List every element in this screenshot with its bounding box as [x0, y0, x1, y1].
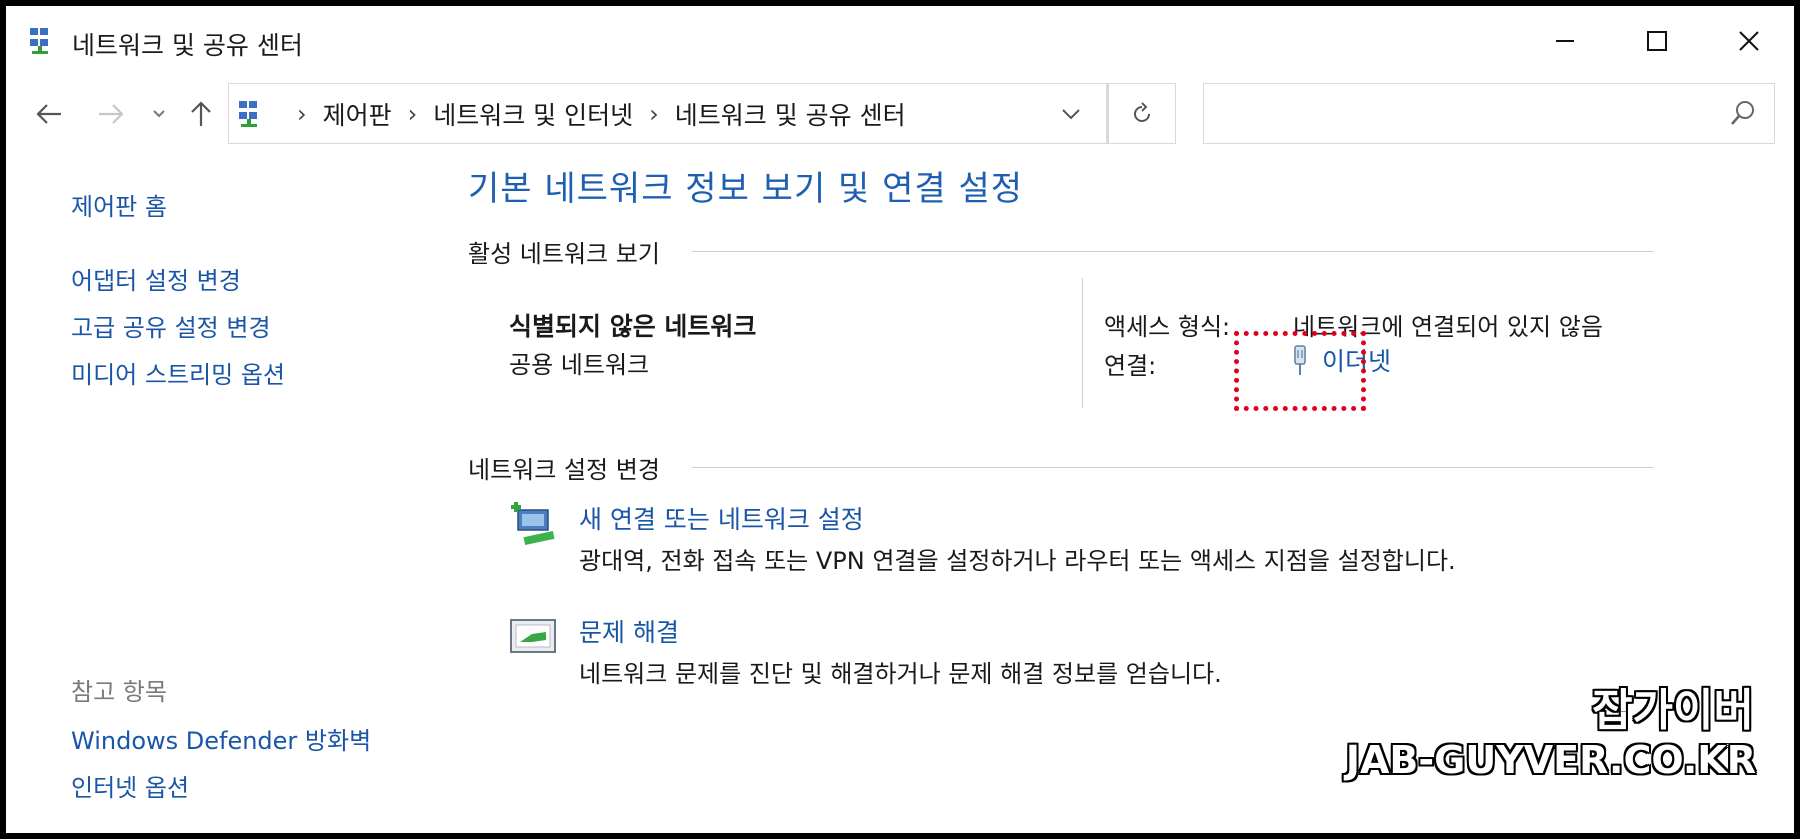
breadcrumb-separator-icon: ›: [649, 99, 659, 128]
minimize-button[interactable]: [1534, 18, 1596, 64]
watermark-title: 잡가이버: [1592, 685, 1754, 736]
sidebar-item-media-streaming[interactable]: 미디어 스트리밍 옵션: [71, 355, 285, 390]
see-also-heading: 참고 항목: [71, 678, 167, 706]
section-divider: [692, 467, 1654, 468]
breadcrumb-item[interactable]: 제어판: [323, 96, 392, 132]
network-name: 식별되지 않은 네트워크: [509, 312, 757, 341]
sidebar-item-advanced-sharing[interactable]: 고급 공유 설정 변경: [71, 308, 271, 343]
change-settings-heading: 네트워크 설정 변경: [468, 456, 660, 484]
address-bar[interactable]: › 제어판 › 네트워크 및 인터넷 › 네트워크 및 공유 센터: [228, 83, 1108, 144]
maximize-button[interactable]: [1626, 18, 1688, 64]
network-icon: [239, 100, 257, 127]
network-icon: [30, 28, 48, 54]
active-networks-heading: 활성 네트워크 보기: [468, 240, 660, 268]
highlight-annotation: [1234, 331, 1366, 411]
connection-label: 연결:: [1104, 352, 1157, 380]
page-title: 기본 네트워크 정보 보기 및 연결 설정: [468, 169, 1024, 209]
network-category: 공용 네트워크: [509, 351, 650, 379]
see-also-firewall-link[interactable]: Windows Defender 방화벽: [71, 721, 371, 756]
see-also-internet-options-link[interactable]: 인터넷 옵션: [71, 768, 189, 803]
arrow-up-icon: [191, 101, 211, 126]
section-divider: [692, 251, 1654, 252]
search-box[interactable]: [1203, 83, 1775, 144]
refresh-icon: [1134, 101, 1150, 122]
address-dropdown-button[interactable]: [1036, 84, 1107, 143]
troubleshoot-description: 네트워크 문제를 진단 및 해결하거나 문제 해결 정보를 얻습니다.: [579, 660, 1222, 688]
watermark-url: JAB-GUYVER.CO.KR: [1345, 738, 1756, 782]
vertical-divider: [1082, 278, 1083, 408]
window-frame: 네트워크 및 공유 센터 › 제어판 › 네트워크 및 인터넷 › 네트워크 및…: [0, 0, 1800, 839]
close-button[interactable]: [1718, 18, 1780, 64]
search-input[interactable]: [1214, 96, 1698, 132]
sidebar-item-adapter-settings[interactable]: 어댑터 설정 변경: [71, 261, 241, 296]
new-connection-link[interactable]: 새 연결 또는 네트워크 설정: [579, 500, 864, 536]
breadcrumb-separator-icon: ›: [407, 99, 418, 128]
refresh-button[interactable]: [1108, 83, 1176, 144]
forward-button[interactable]: [94, 94, 128, 134]
sidebar-home-link[interactable]: 제어판 홈: [71, 187, 167, 222]
search-icon[interactable]: [1728, 98, 1758, 128]
breadcrumb-item[interactable]: 네트워크 및 공유 센터: [675, 96, 906, 132]
troubleshoot-icon: [510, 619, 556, 653]
maximize-icon: [1647, 31, 1667, 51]
arrow-left-icon: [36, 104, 61, 124]
arrow-right-icon: [99, 104, 124, 124]
breadcrumb-item[interactable]: 네트워크 및 인터넷: [433, 96, 633, 132]
back-button[interactable]: [32, 94, 66, 134]
troubleshoot-link[interactable]: 문제 해결: [579, 613, 679, 649]
new-connection-description: 광대역, 전화 접속 또는 VPN 연결을 설정하거나 라우터 또는 액세스 지…: [579, 547, 1456, 575]
window-title: 네트워크 및 공유 센터: [72, 31, 303, 60]
breadcrumb-separator-icon: ›: [297, 99, 307, 128]
recent-locations-button[interactable]: [146, 94, 172, 134]
access-type-label: 액세스 형식:: [1104, 313, 1231, 341]
chevron-down-icon: [1062, 108, 1080, 119]
title-bar: 네트워크 및 공유 센터: [6, 6, 1794, 72]
new-connection-icon: [511, 502, 555, 546]
up-button[interactable]: [184, 94, 218, 134]
close-icon: [1739, 31, 1759, 51]
minimize-icon: [1556, 40, 1574, 42]
chevron-down-icon: [153, 110, 165, 118]
